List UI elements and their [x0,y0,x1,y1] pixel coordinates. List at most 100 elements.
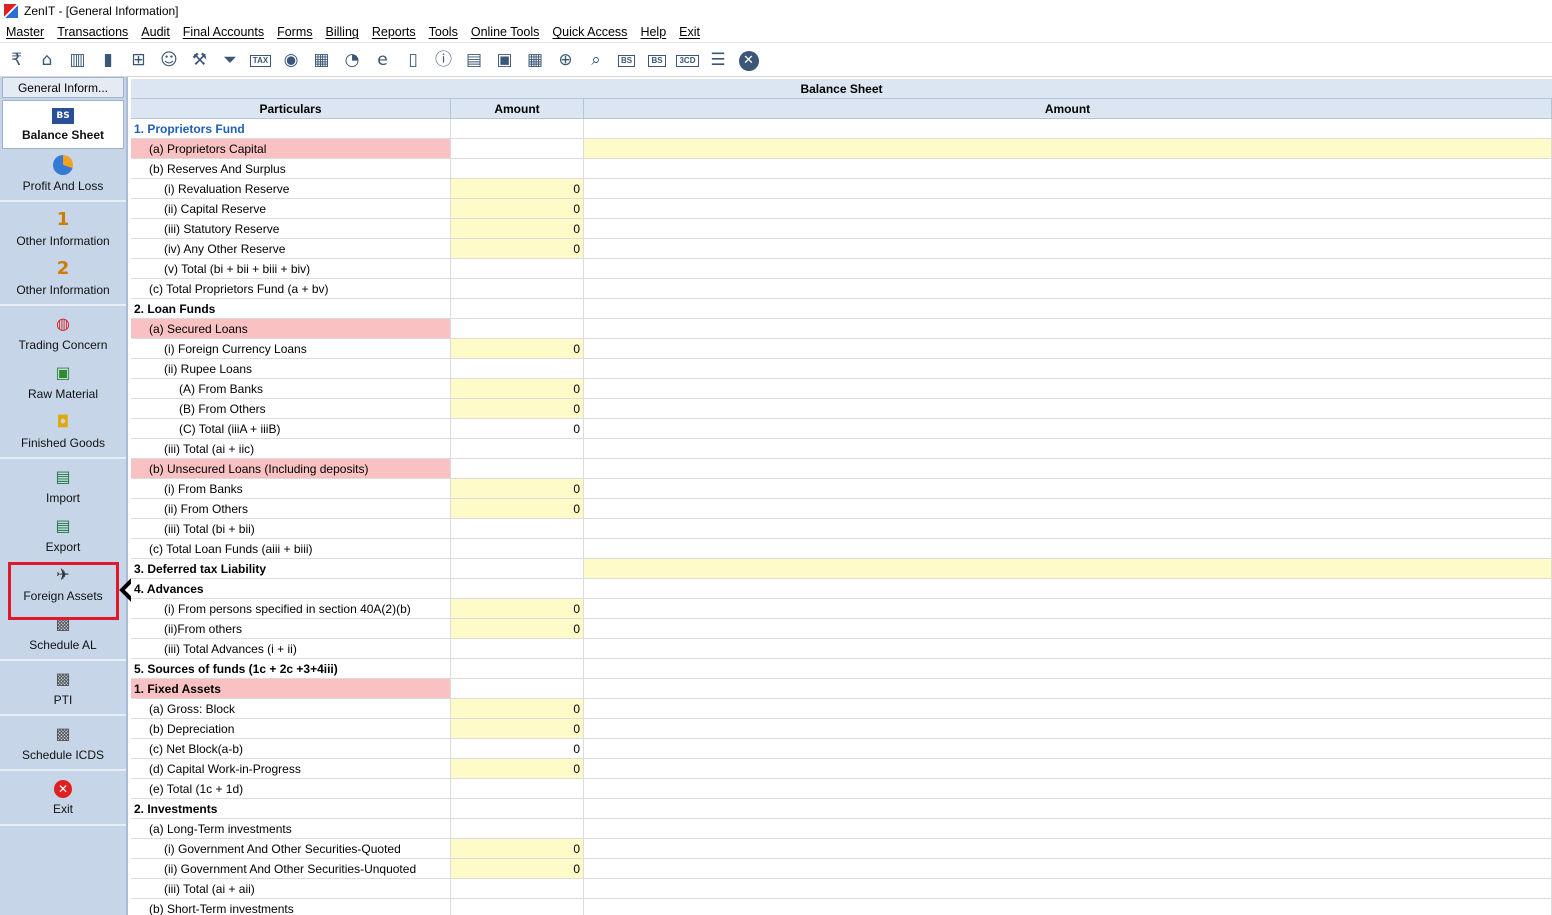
add-doc-icon[interactable]: ⊕ [552,47,579,74]
row-amount-cell[interactable] [451,519,584,538]
row-total-cell[interactable] [584,239,1552,258]
row-total-cell[interactable] [584,879,1552,898]
bar-chart-icon[interactable]: ▮ [95,47,122,74]
menu-transactions[interactable]: Transactions [57,25,128,39]
row-amount-cell[interactable] [451,439,584,458]
row-total-cell[interactable] [584,819,1552,838]
hammer-icon[interactable]: ⚒ [186,47,213,74]
menu-reports[interactable]: Reports [372,25,416,39]
calendar-icon[interactable]: ▦ [522,47,549,74]
tax-icon[interactable]: TAX [247,47,274,74]
row-total-cell[interactable] [584,619,1552,638]
coin-icon[interactable]: ◉ [278,47,305,74]
menu-billing[interactable]: Billing [326,25,359,39]
row-amount-cell[interactable] [451,159,584,178]
row-total-cell[interactable] [584,779,1552,798]
home-icon[interactable]: ⌂ [34,47,61,74]
menu-help[interactable]: Help [640,25,666,39]
pie-icon[interactable]: ◔ [339,47,366,74]
row-amount-cell[interactable]: 0 [451,759,584,778]
row-amount-cell[interactable]: 0 [451,859,584,878]
sidebar-item-schedule-icds[interactable]: ▩ Schedule ICDS [0,718,126,767]
row-amount-cell[interactable] [451,819,584,838]
row-amount-cell[interactable]: 0 [451,619,584,638]
row-total-cell[interactable] [584,419,1552,438]
row-amount-cell[interactable]: 0 [451,219,584,238]
row-total-cell[interactable] [584,159,1552,178]
row-total-cell[interactable] [584,719,1552,738]
3cd-icon[interactable]: 3CD [674,47,701,74]
row-total-cell[interactable] [584,459,1552,478]
row-amount-cell[interactable] [451,539,584,558]
epay-icon[interactable]: e [369,47,396,74]
menu-audit[interactable]: Audit [141,25,170,39]
info-icon[interactable]: ⓘ [430,47,457,74]
sidebar-item-finished-goods[interactable]: ◘ Finished Goods [0,406,126,455]
row-amount-cell[interactable]: 0 [451,199,584,218]
sidebar-item-export[interactable]: ▤ Export [0,510,126,559]
row-amount-cell[interactable]: 0 [451,419,584,438]
row-amount-cell[interactable] [451,679,584,698]
rupee-doc-icon[interactable]: ₹ [3,47,30,74]
row-total-cell[interactable] [584,519,1552,538]
row-total-cell[interactable] [584,479,1552,498]
row-total-cell[interactable] [584,319,1552,338]
row-amount-cell[interactable]: 0 [451,699,584,718]
row-amount-cell[interactable] [451,459,584,478]
sidebar-item-trading-concern[interactable]: ◍ Trading Concern [0,308,126,357]
row-amount-cell[interactable] [451,879,584,898]
column-header-amount-total[interactable]: Amount [584,99,1552,118]
row-total-cell[interactable] [584,859,1552,878]
row-total-cell[interactable] [584,359,1552,378]
row-total-cell[interactable] [584,799,1552,818]
row-amount-cell[interactable]: 0 [451,719,584,738]
row-total-cell[interactable] [584,579,1552,598]
row-amount-cell[interactable] [451,659,584,678]
row-total-cell[interactable] [584,139,1552,158]
row-total-cell[interactable] [584,279,1552,298]
row-amount-cell[interactable]: 0 [451,739,584,758]
row-amount-cell[interactable] [451,579,584,598]
row-amount-cell[interactable] [451,299,584,318]
filter-icon[interactable]: ⏷ [217,47,244,74]
row-amount-cell[interactable]: 0 [451,399,584,418]
row-total-cell[interactable] [584,259,1552,278]
menu-online-tools[interactable]: Online Tools [471,25,540,39]
sidebar-item-pti[interactable]: ▩ PTI [0,663,126,712]
row-total-cell[interactable] [584,539,1552,558]
row-amount-cell[interactable] [451,359,584,378]
close-icon[interactable]: ✕ [735,47,762,74]
row-amount-cell[interactable] [451,279,584,298]
row-amount-cell[interactable]: 0 [451,239,584,258]
menu-master[interactable]: Master [6,25,44,39]
row-total-cell[interactable] [584,839,1552,858]
row-total-cell[interactable] [584,219,1552,238]
row-amount-cell[interactable] [451,559,584,578]
list-icon[interactable]: ☰ [705,47,732,74]
sidebar-item-other-information[interactable]: 2 Other Information [0,253,126,302]
sidebar-item-balance-sheet[interactable]: BS Balance Sheet [2,100,124,149]
menu-tools[interactable]: Tools [429,25,458,39]
sidebar-item-other-information[interactable]: 1 Other Information [0,204,126,253]
sidebar-item-import[interactable]: ▤ Import [0,461,126,510]
row-amount-cell[interactable]: 0 [451,599,584,618]
row-total-cell[interactable] [584,339,1552,358]
sidebar-header[interactable]: General Inform... [2,77,124,98]
row-amount-cell[interactable] [451,259,584,278]
row-total-cell[interactable] [584,899,1552,915]
bs-sch-icon[interactable]: BS [644,47,671,74]
row-total-cell[interactable] [584,399,1552,418]
row-amount-cell[interactable] [451,779,584,798]
row-amount-cell[interactable]: 0 [451,499,584,518]
sidebar-item-exit[interactable]: ✕ Exit [0,773,126,822]
row-amount-cell[interactable] [451,799,584,818]
row-total-cell[interactable] [584,639,1552,658]
row-total-cell[interactable] [584,119,1552,138]
row-total-cell[interactable] [584,599,1552,618]
sidebar-item-raw-material[interactable]: ▣ Raw Material [0,357,126,406]
row-amount-cell[interactable] [451,139,584,158]
calculator-icon[interactable]: ▦ [308,47,335,74]
row-total-cell[interactable] [584,439,1552,458]
row-amount-cell[interactable]: 0 [451,479,584,498]
row-total-cell[interactable] [584,659,1552,678]
